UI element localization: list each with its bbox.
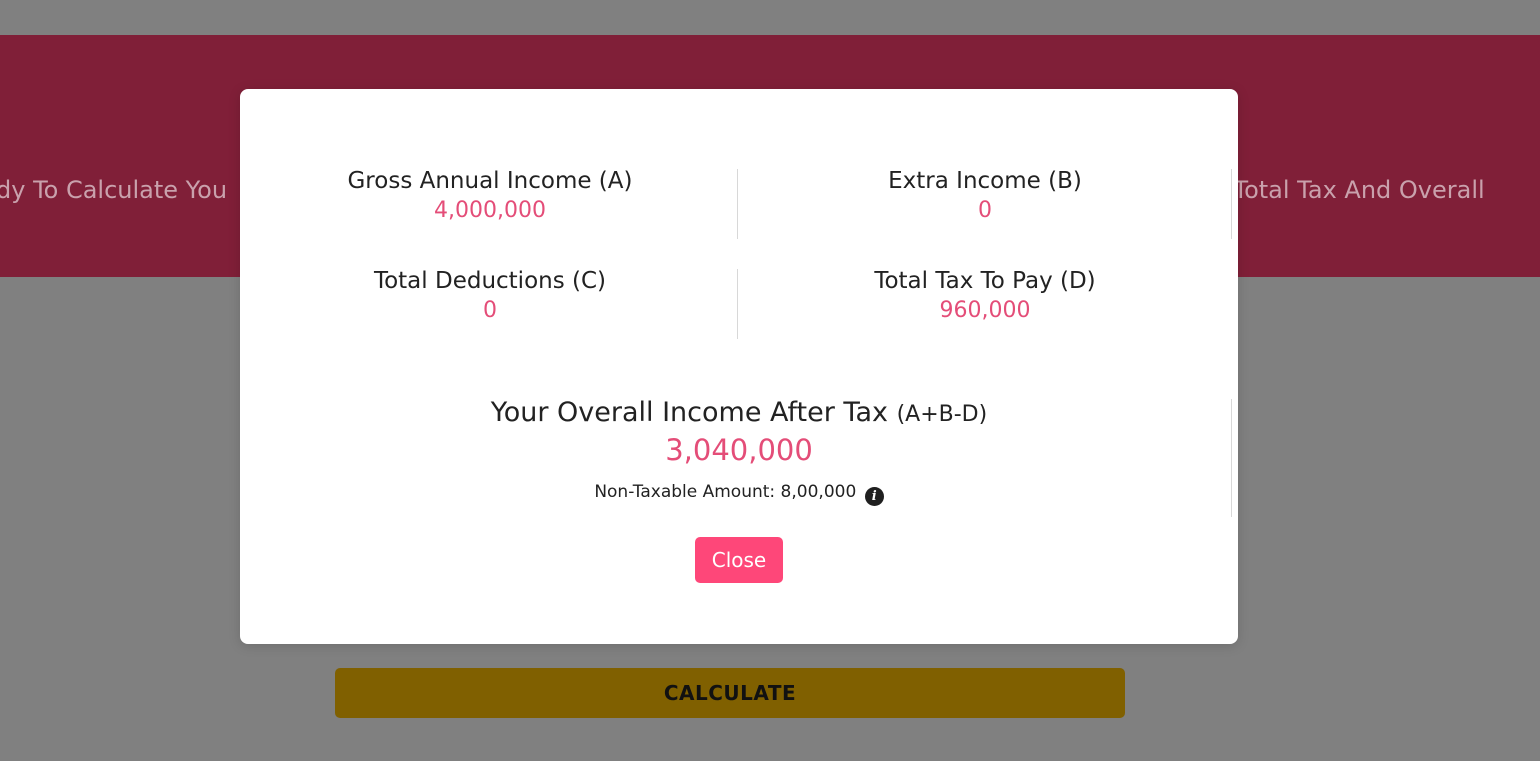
gross-income-label: Gross Annual Income (A) [347,168,633,194]
hero-text-right: r Total Tax And Overall [1216,176,1485,204]
total-tax-value: 960,000 [939,297,1031,323]
non-taxable-amount: Non-Taxable Amount: 8,00,000 i [240,482,1238,506]
overall-income-heading: Your Overall Income After Tax (A+B-D) [240,397,1238,429]
gross-income-value: 4,000,000 [434,197,546,223]
extra-income-value: 0 [978,197,992,223]
result-modal: Gross Annual Income (A) 4,000,000 Extra … [240,89,1238,644]
total-tax-label: Total Tax To Pay (D) [874,268,1096,294]
overall-income-label: Your Overall Income After Tax [490,397,888,428]
extra-income-stat: Extra Income (B) 0 [737,168,1233,224]
close-button[interactable]: Close [695,537,783,583]
overall-income-value: 3,040,000 [665,433,813,468]
overall-income-stat: Your Overall Income After Tax (A+B-D) 3,… [240,397,1238,468]
total-deductions-stat: Total Deductions (C) 0 [242,268,738,324]
non-taxable-text: Non-Taxable Amount: 8,00,000 [594,482,857,502]
info-icon[interactable]: i [864,487,884,506]
total-deductions-label: Total Deductions (C) [373,268,607,294]
extra-income-label: Extra Income (B) [888,168,1082,194]
hero-text-left: dy To Calculate You [0,176,228,204]
total-tax-stat: Total Tax To Pay (D) 960,000 [737,268,1233,324]
overall-income-formula: (A+B-D) [896,402,988,427]
gross-income-stat: Gross Annual Income (A) 4,000,000 [242,168,738,224]
calculate-button[interactable]: CALCULATE [335,668,1125,718]
total-deductions-value: 0 [483,297,497,323]
